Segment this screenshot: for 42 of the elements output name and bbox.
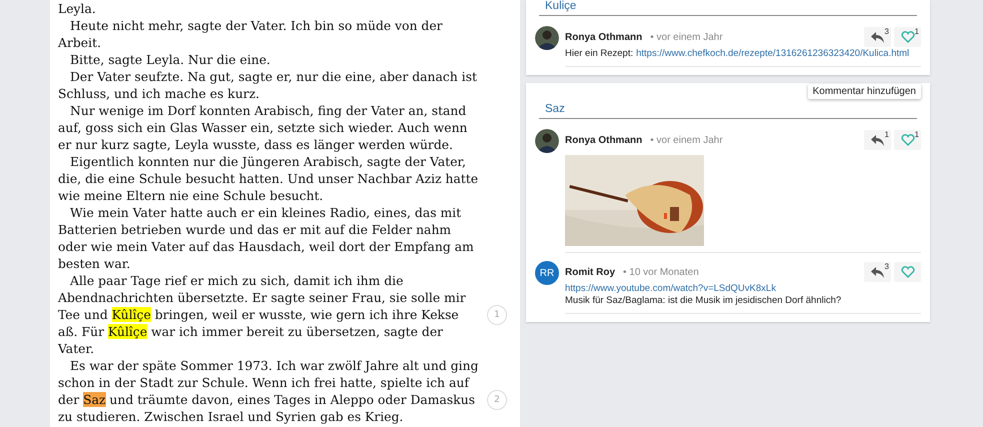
timestamp: • vor einem Jahr	[650, 134, 723, 146]
link[interactable]: https://www.youtube.com/watch?v=LSdQUvK8xLk	[565, 283, 776, 295]
like-button[interactable]: 1	[894, 27, 921, 47]
reply-count: 1	[884, 130, 889, 139]
paragraph: Nur wenige im Dorf konnten Arabisch, fing der Vater an, stand auf, goss sich ein Glas Wasser ein, setzte sich wieder. Auch wenn er nur kurz sagte, Leyla wusste, dass es länger werden würde.	[58, 102, 468, 153]
avatar	[535, 26, 559, 50]
author-name[interactable]: Romit Roy	[565, 266, 615, 278]
reply-icon	[870, 32, 884, 42]
like-button[interactable]: 1	[894, 130, 921, 150]
comment-text: Musik für Saz/Baglama: ist die Musik im jesidischen Dorf ähnlich?	[565, 295, 842, 307]
reply-icon	[870, 266, 884, 278]
paragraph: Der Vater seufzte. Na gut, sagte er, nur die eine, aber danach ist Schluss, und ich mache es kurz.	[58, 68, 477, 102]
paragraph: Heute nicht mehr, sagte der Vater. Ich bin so müde von der Arbeit.	[58, 17, 442, 51]
paragraph: Bitte, sagte Leyla. Nur die eine.	[69, 51, 270, 68]
card-title: Kuliçe	[539, 0, 917, 16]
paragraph: Es war der späte Sommer 1973. Ich war zwölf Jahre alt und ging schon in der Stadt zur Schule. Wenn ich frei hatte, spielte ich auf der Saz und träumte davon, eines Tages in Aleppo oder Damaskus zu studieren. Zwischen Israel und Syrien gab es Krieg.	[58, 357, 478, 425]
author-name[interactable]: Ronya Othmann	[565, 134, 642, 146]
comment-text: Hier ein Rezept:	[565, 48, 634, 60]
heart-icon	[900, 266, 914, 278]
timestamp: • 10 vor Monaten	[623, 266, 699, 278]
heart-icon	[900, 31, 914, 43]
add-comment-button[interactable]: Kommentar hinzufügen	[808, 84, 921, 99]
paragraph: Alle paar Tage rief er mich zu sich, damit ich ihm die Abendnachrichten übersetzte. Er sagte seiner Frau, sie solle mir Tee und Kûlîçe bringen, weil er wusste, wie gern ich ihre Kekse aß. Für Kûlîçe war ich immer bereit zu übersetzen, sagte der Vater.	[58, 272, 466, 357]
reply-icon	[870, 134, 884, 146]
paragraph: Wie mein Vater hatte auch er ein kleines Radio, eines, das mit Batterien betrieben wurde und das er mit auf die Felder nahm oder wie mein Vater auf das Hausdach, weil dort der Empfang am besten war.	[58, 204, 474, 272]
reply-count: 3	[884, 27, 889, 36]
author-name[interactable]: Ronya Othmann	[565, 32, 642, 42]
paragraph: Eigentlich konnten nur die Jüngeren Arabisch, sagte der Vater, die, die eine Schule besucht hatten. Und unser Nachbar Aziz hatte wie meine Eltern nie eine Schule besucht.	[58, 153, 478, 204]
reply-button[interactable]: 3	[864, 27, 891, 47]
card-title: Saz	[539, 99, 917, 119]
reply-button[interactable]: 1	[864, 130, 891, 150]
like-button[interactable]	[894, 262, 921, 282]
avatar: RR	[535, 261, 559, 285]
reply-button[interactable]: 3	[864, 262, 891, 282]
timestamp: • vor einem Jahr	[650, 32, 723, 42]
like-count: 1	[914, 130, 919, 139]
reply-count: 3	[884, 262, 889, 271]
heart-icon	[900, 134, 914, 146]
paragraph: Leyla.	[58, 0, 96, 17]
avatar	[535, 129, 559, 153]
like-count: 1	[914, 27, 919, 36]
link[interactable]: https://www.chefkoch.de/rezepte/1316261236323420/Kulica.html	[636, 48, 910, 60]
